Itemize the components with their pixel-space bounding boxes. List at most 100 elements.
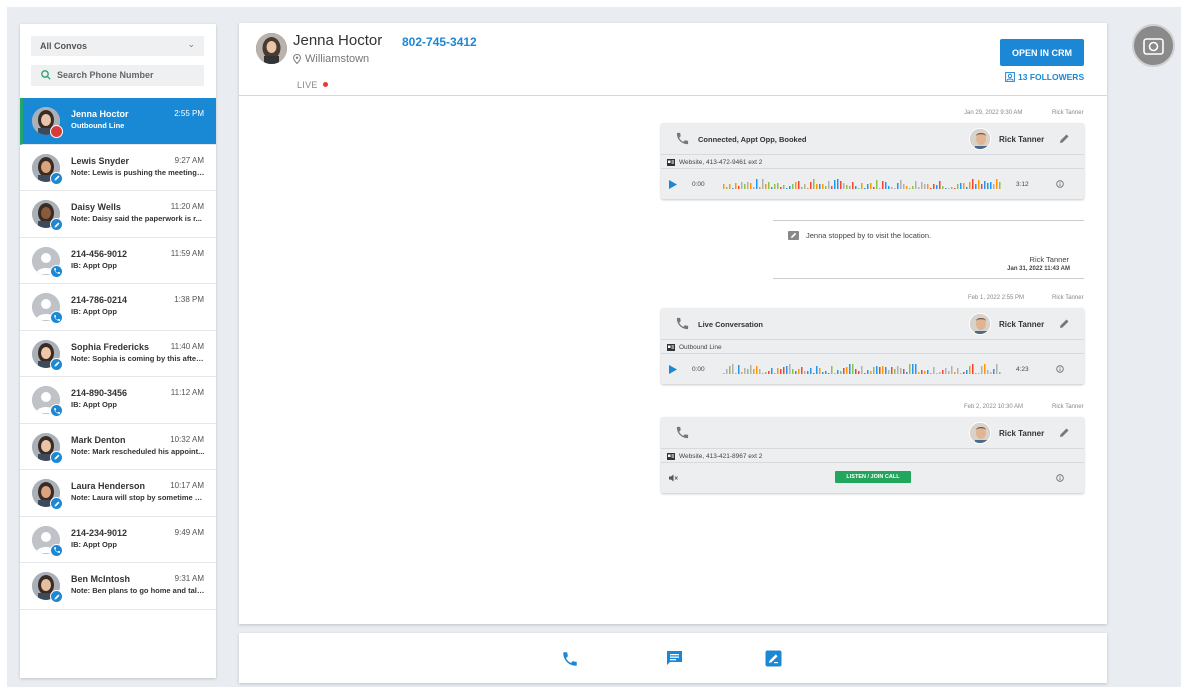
edit-pencil-icon[interactable] (1059, 318, 1070, 329)
followers-link[interactable]: 13 FOLLOWERS (1005, 72, 1084, 82)
conversation-preview: Note: Laura will stop by sometime on... (71, 493, 206, 502)
contact-phone[interactable]: 802-745-3412 (402, 35, 477, 49)
conversation-time: 2:55 PM (174, 109, 204, 118)
audio-waveform[interactable] (723, 177, 1003, 191)
waveform-bar (765, 372, 767, 374)
waveform-bar (951, 187, 953, 189)
audio-waveform[interactable] (723, 362, 1003, 376)
conversation-item[interactable]: Sophia Fredericks 11:40 AM Note: Sophia is… (20, 330, 216, 377)
info-icon[interactable] (1056, 365, 1064, 373)
edit-pencil-icon[interactable] (1059, 133, 1070, 144)
status-badge (50, 590, 63, 603)
conversation-name: 214-234-9012 (71, 527, 128, 538)
status-badge (50, 311, 63, 324)
call1-duration: 3:12 (1016, 181, 1029, 188)
waveform-bar (975, 373, 977, 374)
waveform-bar (861, 366, 863, 374)
conversation-item[interactable]: 214-890-3456 11:12 AM IB: Appt Opp (20, 377, 216, 424)
waveform-bar (972, 179, 974, 189)
conversation-name: Daisy Wells (71, 202, 121, 212)
conversation-time: 1:38 PM (174, 295, 204, 304)
play-icon[interactable] (669, 180, 677, 189)
waveform-bar (792, 369, 794, 374)
info-icon[interactable] (1056, 180, 1064, 188)
call2-title: Live Conversation (698, 320, 764, 329)
waveform-bar (936, 185, 938, 189)
convo-filter-dropdown[interactable]: All Convos ⌄ (31, 36, 204, 56)
status-badge (50, 218, 63, 231)
waveform-bar (891, 187, 893, 189)
waveform-bar (918, 372, 920, 374)
waveform-bar (927, 184, 929, 189)
waveform-bar (867, 184, 869, 189)
conversation-item[interactable]: Mark Denton 10:32 AM Note: Mark reschedule… (20, 423, 216, 470)
info-icon[interactable] (1056, 474, 1064, 482)
conversation-time: 9:49 AM (174, 527, 204, 537)
status-badge (50, 171, 63, 185)
conversation-preview: IB: Appt Opp (71, 400, 117, 409)
waveform-bar (783, 185, 785, 189)
waveform-bar (906, 186, 908, 189)
message-icon[interactable] (666, 650, 683, 667)
conversation-item[interactable]: 214-234-9012 9:49 AM IB: Appt Opp (20, 516, 216, 563)
waveform-bar (723, 373, 725, 374)
waveform-bar (831, 186, 833, 189)
waveform-bar (855, 186, 857, 189)
waveform-bar (981, 366, 983, 374)
conversation-item[interactable]: 214-456-9012 11:59 AM IB: Appt Opp (20, 237, 216, 284)
waveform-bar (999, 372, 1001, 374)
waveform-bar (792, 184, 794, 189)
conversation-panel: Jenna Hoctor 802-745-3412 Williamstown L… (239, 23, 1107, 624)
listen-join-call-button[interactable]: LISTEN / JOIN CALL (835, 471, 911, 483)
play-icon[interactable] (669, 365, 677, 374)
note-icon[interactable] (765, 650, 782, 667)
conversation-preview: IB: Appt Opp (71, 307, 117, 316)
waveform-bar (732, 188, 734, 189)
waveform-bar (999, 182, 1001, 189)
waveform-bar (858, 371, 860, 374)
waveform-bar (825, 186, 827, 189)
conversation-item[interactable]: Jenna Hoctor 2:55 PM Outbound Line (20, 98, 216, 145)
waveform-bar (882, 181, 884, 189)
conversation-time: 11:12 AM (170, 388, 204, 397)
waveform-bar (846, 185, 848, 189)
call2-date: Feb 1, 2022 2:55 PM (968, 295, 1025, 301)
waveform-bar (936, 373, 938, 374)
waveform-bar (882, 366, 884, 374)
speaker-muted-icon[interactable] (669, 474, 678, 482)
waveform-bar (852, 364, 854, 374)
waveform-bar (867, 370, 869, 374)
camera-button[interactable] (1132, 24, 1175, 67)
waveform-bar (723, 184, 725, 189)
conversation-item[interactable]: Ben McIntosh 9:31 AM Note: Ben plans to go… (20, 563, 216, 610)
call2-start: 0:00 (692, 366, 705, 373)
waveform-bar (732, 364, 734, 374)
call-card-3: Rick Tanner Website, 413-421-8967 ext 2 … (661, 417, 1084, 493)
waveform-bar (786, 188, 788, 189)
search-phone-input[interactable] (57, 70, 197, 80)
conversation-item[interactable]: Lewis Snyder 9:27 AM Note: Lewis is pushin… (20, 144, 216, 191)
conversation-item[interactable]: 214-786-0214 1:38 PM IB: Appt Opp (20, 284, 216, 331)
edit-pencil-icon[interactable] (1059, 427, 1070, 438)
phone-icon (53, 268, 60, 274)
call2-duration: 4:23 (1016, 366, 1029, 373)
waveform-bar (966, 370, 968, 374)
waveform-bar (729, 184, 731, 189)
waveform-bar (798, 181, 800, 189)
open-in-crm-button[interactable]: OPEN IN CRM (1000, 39, 1084, 66)
waveform-bar (786, 366, 788, 374)
waveform-bar (915, 364, 917, 374)
search-box[interactable] (31, 65, 204, 86)
contact-avatar (256, 33, 287, 64)
note-icon (788, 231, 799, 240)
call1-by: Rick Tanner (1052, 110, 1084, 116)
call1-start: 0:00 (692, 181, 705, 188)
waveform-bar (756, 366, 758, 374)
waveform-bar (849, 186, 851, 189)
waveform-bar (780, 369, 782, 374)
waveform-bar (795, 371, 797, 374)
conversation-name: Ben McIntosh (71, 574, 131, 584)
conversation-item[interactable]: Daisy Wells 11:20 AM Note: Daisy said the … (20, 191, 216, 238)
phone-icon[interactable] (561, 650, 579, 668)
conversation-item[interactable]: Laura Henderson 10:17 AM Note: Laura will … (20, 470, 216, 517)
